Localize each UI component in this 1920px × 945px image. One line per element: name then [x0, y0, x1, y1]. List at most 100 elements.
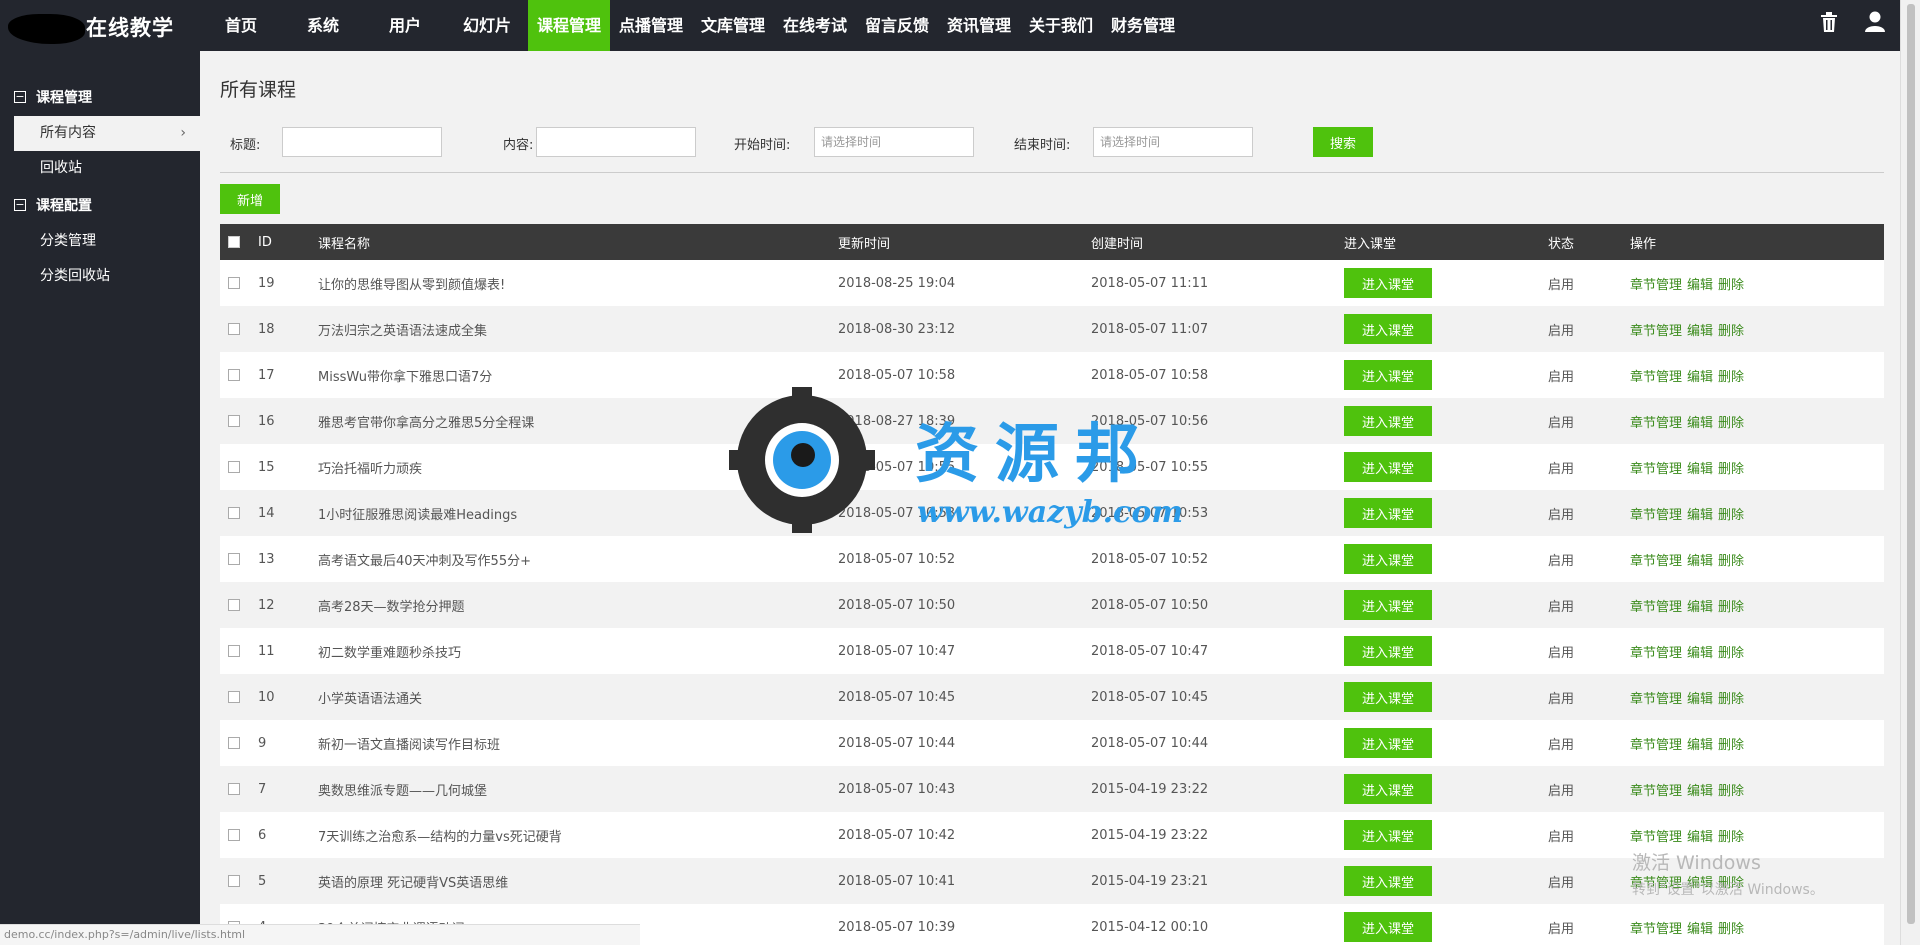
chapter-manage-link[interactable]: 章节管理	[1630, 922, 1682, 937]
chapter-manage-link[interactable]: 章节管理	[1630, 738, 1682, 753]
chapter-manage-link[interactable]: 章节管理	[1630, 784, 1682, 799]
edit-link[interactable]: 编辑	[1687, 370, 1713, 385]
edit-link[interactable]: 编辑	[1687, 646, 1713, 661]
delete-link[interactable]: 删除	[1718, 646, 1744, 661]
row-checkbox[interactable]	[228, 415, 240, 427]
chapter-manage-link[interactable]: 章节管理	[1630, 508, 1682, 523]
delete-link[interactable]: 删除	[1718, 922, 1744, 937]
enter-classroom-button[interactable]: 进入课堂	[1344, 820, 1432, 850]
edit-link[interactable]: 编辑	[1687, 738, 1713, 753]
collapse-icon[interactable]: −	[14, 91, 26, 103]
nav-item-3[interactable]: 幻灯片	[446, 0, 528, 51]
add-button[interactable]: 新增	[220, 184, 280, 214]
chapter-manage-link[interactable]: 章节管理	[1630, 554, 1682, 569]
chapter-manage-link[interactable]: 章节管理	[1630, 416, 1682, 431]
delete-link[interactable]: 删除	[1718, 324, 1744, 339]
nav-item-8[interactable]: 留言反馈	[856, 0, 938, 51]
delete-link[interactable]: 删除	[1718, 692, 1744, 707]
enter-classroom-button[interactable]: 进入课堂	[1344, 912, 1432, 942]
delete-link[interactable]: 删除	[1718, 508, 1744, 523]
row-checkbox[interactable]	[228, 599, 240, 611]
edit-link[interactable]: 编辑	[1687, 784, 1713, 799]
sidebar-item[interactable]: 分类回收站	[0, 259, 200, 294]
delete-link[interactable]: 删除	[1718, 784, 1744, 799]
row-checkbox[interactable]	[228, 875, 240, 887]
start-time-input[interactable]	[814, 127, 974, 157]
row-checkbox[interactable]	[228, 645, 240, 657]
enter-classroom-button[interactable]: 进入课堂	[1344, 866, 1432, 896]
row-checkbox[interactable]	[228, 323, 240, 335]
nav-item-1[interactable]: 系统	[282, 0, 364, 51]
delete-link[interactable]: 删除	[1718, 370, 1744, 385]
delete-link[interactable]: 删除	[1718, 830, 1744, 845]
nav-item-11[interactable]: 财务管理	[1102, 0, 1184, 51]
delete-link[interactable]: 删除	[1718, 600, 1744, 615]
collapse-icon[interactable]: −	[14, 199, 26, 211]
edit-link[interactable]: 编辑	[1687, 922, 1713, 937]
edit-link[interactable]: 编辑	[1687, 508, 1713, 523]
nav-item-10[interactable]: 关于我们	[1020, 0, 1102, 51]
row-checkbox[interactable]	[228, 277, 240, 289]
sidebar-group[interactable]: − 课程配置	[0, 188, 200, 224]
end-time-input[interactable]	[1093, 127, 1253, 157]
nav-item-2[interactable]: 用户	[364, 0, 446, 51]
row-checkbox[interactable]	[228, 369, 240, 381]
row-checkbox[interactable]	[228, 783, 240, 795]
chapter-manage-link[interactable]: 章节管理	[1630, 278, 1682, 293]
sidebar-group[interactable]: − 课程管理	[0, 80, 200, 116]
chapter-manage-link[interactable]: 章节管理	[1630, 646, 1682, 661]
nav-item-7[interactable]: 在线考试	[774, 0, 856, 51]
enter-classroom-button[interactable]: 进入课堂	[1344, 498, 1432, 528]
chapter-manage-link[interactable]: 章节管理	[1630, 692, 1682, 707]
search-button[interactable]: 搜索	[1313, 127, 1373, 157]
nav-item-5[interactable]: 点播管理	[610, 0, 692, 51]
delete-link[interactable]: 删除	[1718, 278, 1744, 293]
enter-classroom-button[interactable]: 进入课堂	[1344, 774, 1432, 804]
brand[interactable]: 在线教学	[0, 0, 200, 51]
title-filter-input[interactable]	[282, 127, 442, 157]
chapter-manage-link[interactable]: 章节管理	[1630, 830, 1682, 845]
edit-link[interactable]: 编辑	[1687, 324, 1713, 339]
edit-link[interactable]: 编辑	[1687, 692, 1713, 707]
edit-link[interactable]: 编辑	[1687, 416, 1713, 431]
enter-classroom-button[interactable]: 进入课堂	[1344, 452, 1432, 482]
row-checkbox[interactable]	[228, 553, 240, 565]
scrollbar-thumb[interactable]	[1907, 4, 1915, 924]
sidebar-item[interactable]: 分类管理	[0, 224, 200, 259]
row-checkbox[interactable]	[228, 691, 240, 703]
sidebar-item[interactable]: 回收站	[0, 151, 200, 186]
edit-link[interactable]: 编辑	[1687, 600, 1713, 615]
enter-classroom-button[interactable]: 进入课堂	[1344, 544, 1432, 574]
delete-link[interactable]: 删除	[1718, 462, 1744, 477]
row-checkbox[interactable]	[228, 461, 240, 473]
enter-classroom-button[interactable]: 进入课堂	[1344, 728, 1432, 758]
enter-classroom-button[interactable]: 进入课堂	[1344, 682, 1432, 712]
chapter-manage-link[interactable]: 章节管理	[1630, 462, 1682, 477]
nav-item-9[interactable]: 资讯管理	[938, 0, 1020, 51]
delete-link[interactable]: 删除	[1718, 738, 1744, 753]
edit-link[interactable]: 编辑	[1687, 462, 1713, 477]
enter-classroom-button[interactable]: 进入课堂	[1344, 314, 1432, 344]
chapter-manage-link[interactable]: 章节管理	[1630, 324, 1682, 339]
select-all-checkbox[interactable]	[228, 236, 240, 248]
edit-link[interactable]: 编辑	[1687, 554, 1713, 569]
enter-classroom-button[interactable]: 进入课堂	[1344, 636, 1432, 666]
vertical-scrollbar[interactable]	[1900, 0, 1920, 945]
enter-classroom-button[interactable]: 进入课堂	[1344, 590, 1432, 620]
edit-link[interactable]: 编辑	[1687, 830, 1713, 845]
nav-item-4[interactable]: 课程管理	[528, 0, 610, 51]
enter-classroom-button[interactable]: 进入课堂	[1344, 360, 1432, 390]
content-filter-input[interactable]	[536, 127, 696, 157]
nav-item-6[interactable]: 文库管理	[692, 0, 774, 51]
delete-link[interactable]: 删除	[1718, 554, 1744, 569]
sidebar-item[interactable]: 所有内容 ›	[14, 116, 200, 151]
enter-classroom-button[interactable]: 进入课堂	[1344, 406, 1432, 436]
user-icon[interactable]	[1864, 0, 1886, 51]
enter-classroom-button[interactable]: 进入课堂	[1344, 268, 1432, 298]
row-checkbox[interactable]	[228, 507, 240, 519]
trash-icon[interactable]	[1820, 0, 1838, 51]
chapter-manage-link[interactable]: 章节管理	[1630, 370, 1682, 385]
edit-link[interactable]: 编辑	[1687, 278, 1713, 293]
delete-link[interactable]: 删除	[1718, 416, 1744, 431]
row-checkbox[interactable]	[228, 829, 240, 841]
